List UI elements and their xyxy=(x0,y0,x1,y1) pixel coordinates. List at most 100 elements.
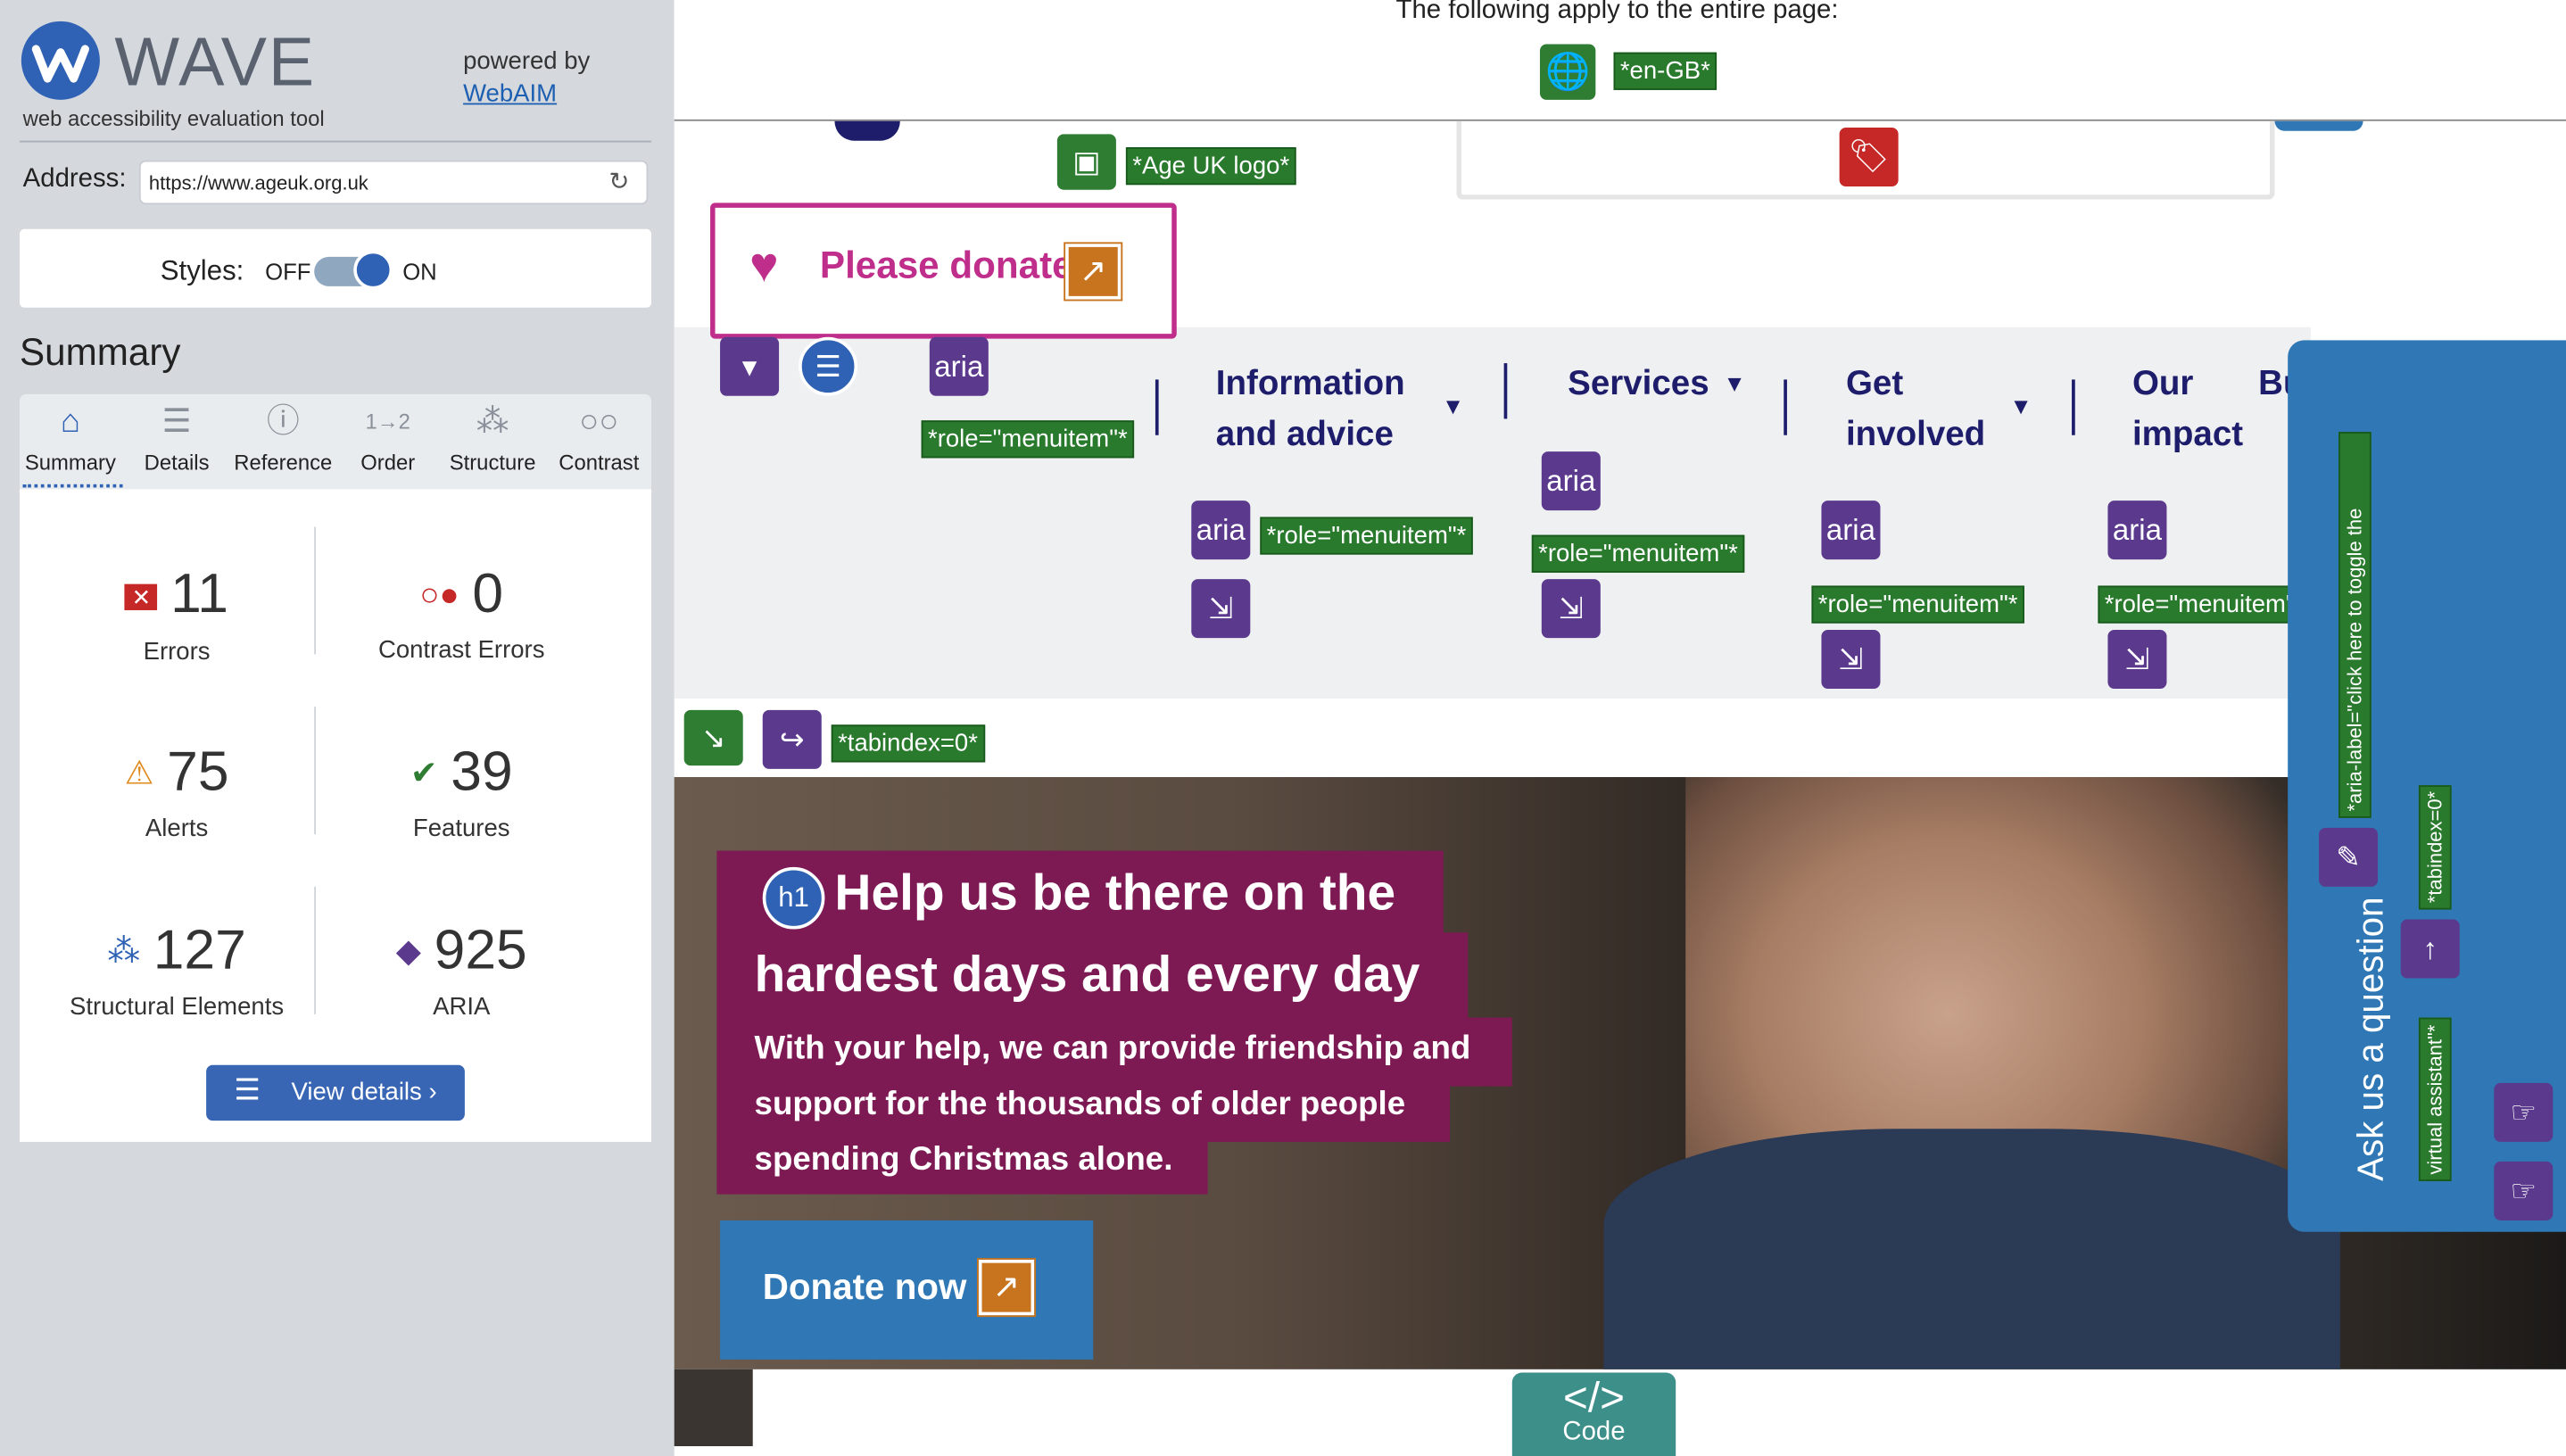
nav-separator xyxy=(2072,379,2075,435)
tabindex-label: *tabindex=0* xyxy=(2418,784,2452,910)
order-icon: 1→2 xyxy=(365,409,410,434)
address-label: Address: xyxy=(22,165,127,194)
aria-icon[interactable]: aria xyxy=(1191,500,1251,560)
contrast-error-icon: ○● xyxy=(419,577,459,614)
wave-logo-icon xyxy=(21,21,100,100)
alerts-stat[interactable]: ⚠ 75 Alerts xyxy=(29,741,324,843)
tab-label: Contrast xyxy=(559,450,640,475)
code-label: Code xyxy=(1562,1418,1626,1446)
aria-label-icon[interactable]: ✎ xyxy=(2319,827,2379,887)
alerts-label: Alerts xyxy=(145,815,209,843)
aria-label: ARIA xyxy=(433,993,491,1022)
skip-link-icon[interactable]: ↘ xyxy=(683,709,743,766)
ask-question-text[interactable]: Ask us a question xyxy=(2350,897,2393,1180)
h1-icon[interactable]: h1 xyxy=(762,866,825,930)
tab-details[interactable]: ☰ Details xyxy=(120,401,234,475)
page-level-note: The following apply to the entire page: xyxy=(1395,0,1839,25)
nav-get-involved[interactable]: Get involved xyxy=(1846,359,1985,460)
nav-services[interactable]: Services xyxy=(1568,359,1709,410)
features-label: Features xyxy=(412,815,510,843)
nav-separator xyxy=(1155,379,1159,435)
contrast-count: 0 xyxy=(472,562,504,625)
nav-bar xyxy=(674,327,2311,699)
hero-text-line: support for the thousands of older peopl… xyxy=(716,1082,1451,1142)
styles-off-label: OFF xyxy=(265,258,311,285)
dropdown-aria-icon[interactable]: ▾ xyxy=(720,336,780,396)
tab-contrast[interactable]: ○○ Contrast xyxy=(542,401,656,475)
tab-label: Details xyxy=(144,450,210,475)
image-icon[interactable]: ▣ xyxy=(1056,134,1116,190)
header-button[interactable] xyxy=(2274,120,2363,131)
tabindex-label: *tabindex=0* xyxy=(831,724,985,763)
wave-subtitle: web accessibility evaluation tool xyxy=(22,106,325,131)
aria-expanded-icon[interactable]: ⇲ xyxy=(2107,629,2167,689)
aria-hand-icon[interactable]: ☞ xyxy=(2494,1161,2554,1220)
missing-label-error-icon[interactable]: 🏷 xyxy=(1839,128,1899,187)
hero-text-line: With your help, we can provide friendshi… xyxy=(716,1017,1512,1087)
tabindex-icon[interactable]: ↪ xyxy=(762,709,822,769)
new-window-alert-icon[interactable]: ↗ xyxy=(1064,242,1123,302)
features-stat[interactable]: ✔ 39 Features xyxy=(314,741,608,843)
nav-label: Our xyxy=(2131,364,2194,403)
age-uk-logo xyxy=(834,120,900,141)
nav-label: and advice xyxy=(1215,415,1394,453)
new-window-alert-icon[interactable]: ↗ xyxy=(977,1258,1037,1318)
nav-our-impact[interactable]: Our impact xyxy=(2132,359,2243,460)
list-icon: ☰ xyxy=(234,1072,261,1106)
role-menuitem-label: *role="menuitem"* xyxy=(921,420,1135,459)
code-toggle-button[interactable]: </> Code xyxy=(1511,1372,1676,1456)
nav-label: involved xyxy=(1845,415,1986,453)
list-icon: ☰ xyxy=(161,403,192,441)
structural-stat[interactable]: ⁂ 127 Structural Elements xyxy=(29,920,324,1022)
alt-text-label: *Age UK logo* xyxy=(1125,147,1296,186)
aria-hand-icon[interactable]: ☞ xyxy=(2494,1082,2554,1142)
nav-information-and-advice[interactable]: Information and advice xyxy=(1216,359,1405,460)
contrast-stat[interactable]: ○● 0 Contrast Errors xyxy=(314,563,608,665)
structure-icon: ⁂ xyxy=(476,403,509,441)
hero-photo-coat xyxy=(1603,1129,2340,1369)
home-icon: ⌂ xyxy=(60,403,80,441)
tab-summary[interactable]: ⌂ Summary xyxy=(13,401,128,475)
chevron-down-icon[interactable]: ▼ xyxy=(2009,393,2032,418)
tabindex-icon[interactable]: ↑ xyxy=(2400,919,2460,979)
tab-structure[interactable]: ⁂ Structure xyxy=(435,401,550,475)
lang-label: *en-GB* xyxy=(1613,52,1718,90)
structural-count: 127 xyxy=(153,919,246,982)
role-menuitem-label: *role="menuitem" xyxy=(2098,585,2302,624)
aria-expanded-icon[interactable]: ⇲ xyxy=(1821,629,1881,689)
tab-reference[interactable]: ⓘ Reference xyxy=(226,401,340,475)
chevron-down-icon[interactable]: ▼ xyxy=(1723,369,1745,395)
aria-icon[interactable]: aria xyxy=(2107,500,2167,560)
aria-count: 925 xyxy=(434,919,527,982)
globe-icon[interactable]: 🌐 xyxy=(1539,44,1596,100)
chevron-down-icon[interactable]: ▼ xyxy=(1442,393,1464,418)
list-structure-icon[interactable]: ☰ xyxy=(799,336,858,396)
powered-by-text: powered by xyxy=(463,47,591,76)
aria-stat[interactable]: ◆ 925 ARIA xyxy=(314,920,608,1022)
contrast-icon: ○○ xyxy=(579,403,619,441)
hero-heading-line1: Help us be there on the xyxy=(834,864,1396,922)
aria-icon[interactable]: aria xyxy=(929,336,989,396)
aria-expanded-icon[interactable]: ⇲ xyxy=(1191,579,1251,639)
address-input[interactable]: https://www.ageuk.org.uk xyxy=(138,160,649,205)
webaim-link[interactable]: WebAIM xyxy=(463,80,557,108)
nav-separator xyxy=(1503,363,1508,419)
info-icon: ⓘ xyxy=(266,403,300,441)
errors-stat[interactable]: ✕ 11 Errors xyxy=(29,563,324,666)
nav-label: Get xyxy=(1845,364,1904,403)
tab-order[interactable]: 1→2 Order xyxy=(331,401,445,474)
styles-on-label: ON xyxy=(402,258,437,285)
virtual-assistant-label: virtual assistant"* xyxy=(2418,1018,2452,1181)
code-icon: </> xyxy=(1563,1372,1625,1422)
donate-now-button[interactable]: Donate now xyxy=(720,1220,1094,1360)
aria-icon[interactable]: aria xyxy=(1821,500,1881,560)
styles-toggle-knob[interactable] xyxy=(353,250,393,290)
alerts-count: 75 xyxy=(167,740,229,804)
reload-icon[interactable]: ↻ xyxy=(608,167,629,196)
structural-label: Structural Elements xyxy=(70,993,285,1022)
aria-icon[interactable]: aria xyxy=(1541,451,1601,511)
active-tab-indicator xyxy=(22,484,123,488)
errors-label: Errors xyxy=(143,638,211,666)
aria-expanded-icon[interactable]: ⇲ xyxy=(1541,579,1601,639)
check-icon: ✔ xyxy=(410,756,438,792)
